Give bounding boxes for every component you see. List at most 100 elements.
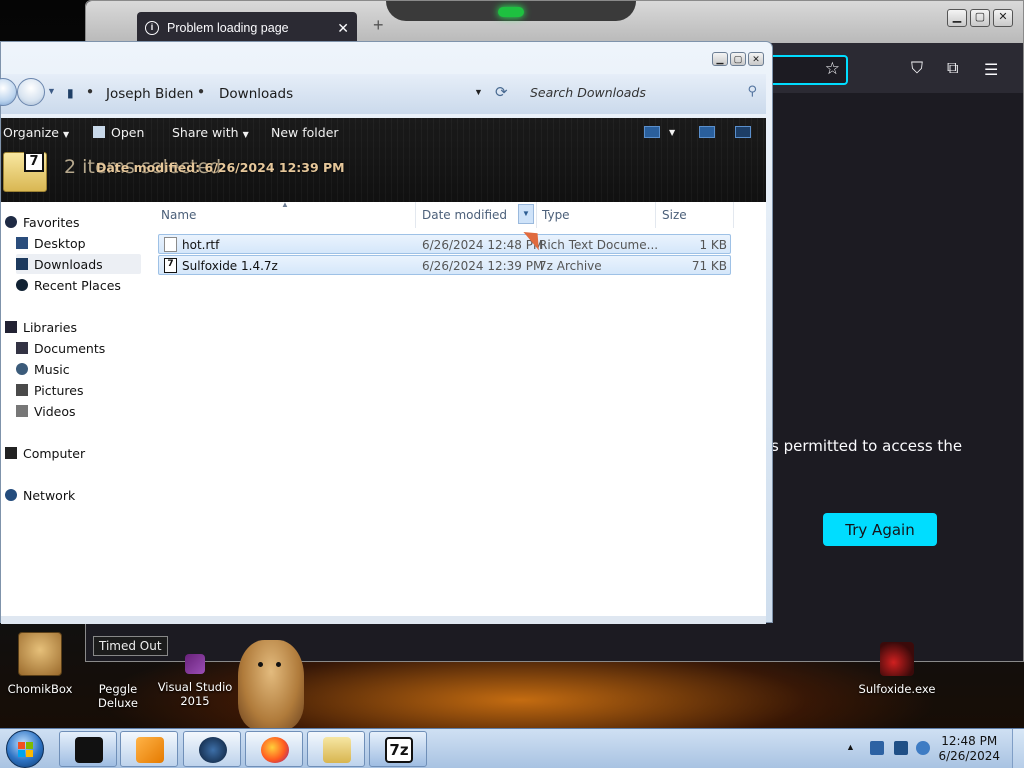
bookmark-star-icon[interactable]: ☆ [825,59,840,79]
nav-desktop[interactable]: Desktop [16,233,156,253]
refresh-icon[interactable]: ⟳ [495,83,508,101]
forward-button[interactable] [17,78,45,106]
breadcrumb-separator-icon[interactable]: ● [198,86,204,97]
taskbar-app-media-player[interactable] [120,731,178,767]
status-bar [1,616,766,624]
column-header-type[interactable]: Type [542,208,570,222]
computer-icon [5,447,17,459]
column-header-date-modified[interactable]: Date modified [422,208,507,222]
close-icon[interactable]: ✕ [993,9,1013,27]
windows-logo-icon [18,742,33,757]
close-icon[interactable]: ✕ [748,52,764,66]
navigation-pane: Favorites Desktop Downloads Recent Place… [1,202,151,616]
close-tab-icon[interactable]: ✕ [337,20,349,37]
maximize-icon[interactable]: ▢ [970,9,990,27]
desktop-icon-chomikbox[interactable]: ChomikBox [0,632,80,696]
new-tab-icon[interactable]: + [373,15,384,36]
network-status-icon[interactable] [916,741,930,755]
nav-recent-places[interactable]: Recent Places [16,275,156,295]
hamster-mascot-image [238,640,304,730]
change-view-icon[interactable] [644,126,660,138]
firefox-tab[interactable]: i Problem loading page ✕ [137,12,357,44]
sort-indicator-icon: ▲ [281,200,289,209]
open-button[interactable]: Open [93,125,144,140]
selection-date-modified: Date modified: 6/26/2024 12:39 PM [96,160,345,175]
search-input[interactable]: Search Downloads ⚲ [522,82,765,104]
search-icon[interactable]: ⚲ [747,84,757,99]
minimize-icon[interactable]: ▁ [947,9,967,27]
chomikbox-icon [18,632,62,676]
folder-icon [323,737,351,763]
nav-videos[interactable]: Videos [16,401,156,421]
breadcrumb-item-user[interactable]: Joseph Biden [106,86,193,102]
recent-places-icon [16,279,28,291]
nav-downloads[interactable]: Downloads [16,254,141,274]
action-center-icon[interactable] [894,741,908,755]
firefox-window-controls: ▁ ▢ ✕ [947,9,1013,27]
menu-icon[interactable]: ☰ [984,60,998,80]
videos-icon [16,405,28,417]
nav-favorites[interactable]: Favorites [5,212,145,232]
details-pane: 7 2 items selected Date modified: 6/26/2… [1,152,766,202]
show-desktop-button[interactable] [1012,729,1024,768]
breadcrumb-separator-icon[interactable]: ● [87,86,93,97]
globe-icon [199,737,227,763]
folder-icon: 7 [3,152,47,192]
view-options-dropdown-icon[interactable]: ▼ [669,128,675,137]
nav-libraries[interactable]: Libraries [5,317,145,337]
help-icon[interactable] [735,126,751,138]
file-row[interactable]: 7 Sulfoxide 1.4.7z 6/26/2024 12:39 PM 7z… [158,255,731,275]
7zip-icon: 7z [385,737,413,763]
address-bar: ▼ ▮ ● Joseph Biden ● Downloads ▼ ⟳ Searc… [0,74,766,114]
column-filter-dropdown-icon[interactable]: ▼ [518,204,534,224]
nav-documents[interactable]: Documents [16,338,156,358]
taskbar-app-firefox[interactable] [245,731,303,767]
computer-icon: ▮ [67,86,74,100]
nav-music[interactable]: Music [16,359,156,379]
rtf-document-icon [164,237,177,252]
breadcrumb-item-downloads[interactable]: Downloads [219,86,293,102]
start-button[interactable] [6,730,44,768]
maximize-icon[interactable]: ▢ [730,52,746,66]
explorer-window: ▁ ▢ ✕ ▼ ▮ ● Joseph Biden ● Downloads ▼ ⟳… [0,41,773,624]
new-folder-button[interactable]: New folder [271,125,339,140]
share-with-button[interactable]: Share with ▼ [172,125,249,140]
address-history-dropdown-icon[interactable]: ▼ [474,87,483,97]
music-icon [16,363,28,375]
pocket-icon[interactable]: ⛉ [911,60,923,78]
recent-pages-dropdown-icon[interactable]: ▼ [47,86,56,96]
error-message: s permitted to access the [771,437,963,455]
extensions-icon[interactable]: ⧉ [947,60,958,78]
file-row[interactable]: hot.rtf 6/26/2024 12:48 PM Rich Text Doc… [158,234,731,254]
open-icon [93,126,105,138]
nav-pictures[interactable]: Pictures [16,380,156,400]
taskbar-app-globe[interactable] [183,731,241,767]
show-hidden-icons-icon[interactable]: ▲ [846,742,855,752]
firefox-titlebar[interactable]: i Problem loading page ✕ + ▁ ▢ ✕ [86,1,1023,44]
taskbar-app-explorer[interactable] [307,731,365,767]
tooltip: Timed Out [93,636,168,656]
taskbar-app-cmd[interactable] [59,731,117,767]
network-icon [5,489,17,501]
column-header-size[interactable]: Size [662,208,687,222]
try-again-button[interactable]: Try Again [823,513,937,546]
explorer-content: Favorites Desktop Downloads Recent Place… [1,200,766,616]
minimize-icon[interactable]: ▁ [712,52,728,66]
info-icon: i [145,21,159,35]
taskbar-app-7zip[interactable]: 7z [369,731,427,767]
star-icon [5,216,17,228]
preview-pane-icon[interactable] [699,126,715,138]
sulfoxide-icon [880,642,914,676]
desktop-icon-sulfoxide[interactable]: Sulfoxide.exe [857,632,937,696]
clock[interactable]: 12:48 PM 6/26/2024 [938,734,1000,764]
organize-button[interactable]: Organize ▼ [3,125,69,140]
nav-network[interactable]: Network [5,485,145,505]
nav-computer[interactable]: Computer [5,443,145,463]
tray-app-icon[interactable] [870,741,884,755]
column-header-name[interactable]: Name [161,208,196,222]
documents-icon [16,342,28,354]
back-button[interactable] [0,78,17,106]
pictures-icon [16,384,28,396]
taskbar: 7z ▲ 12:48 PM 6/26/2024 [0,728,1024,768]
7z-archive-icon: 7 [164,258,177,273]
